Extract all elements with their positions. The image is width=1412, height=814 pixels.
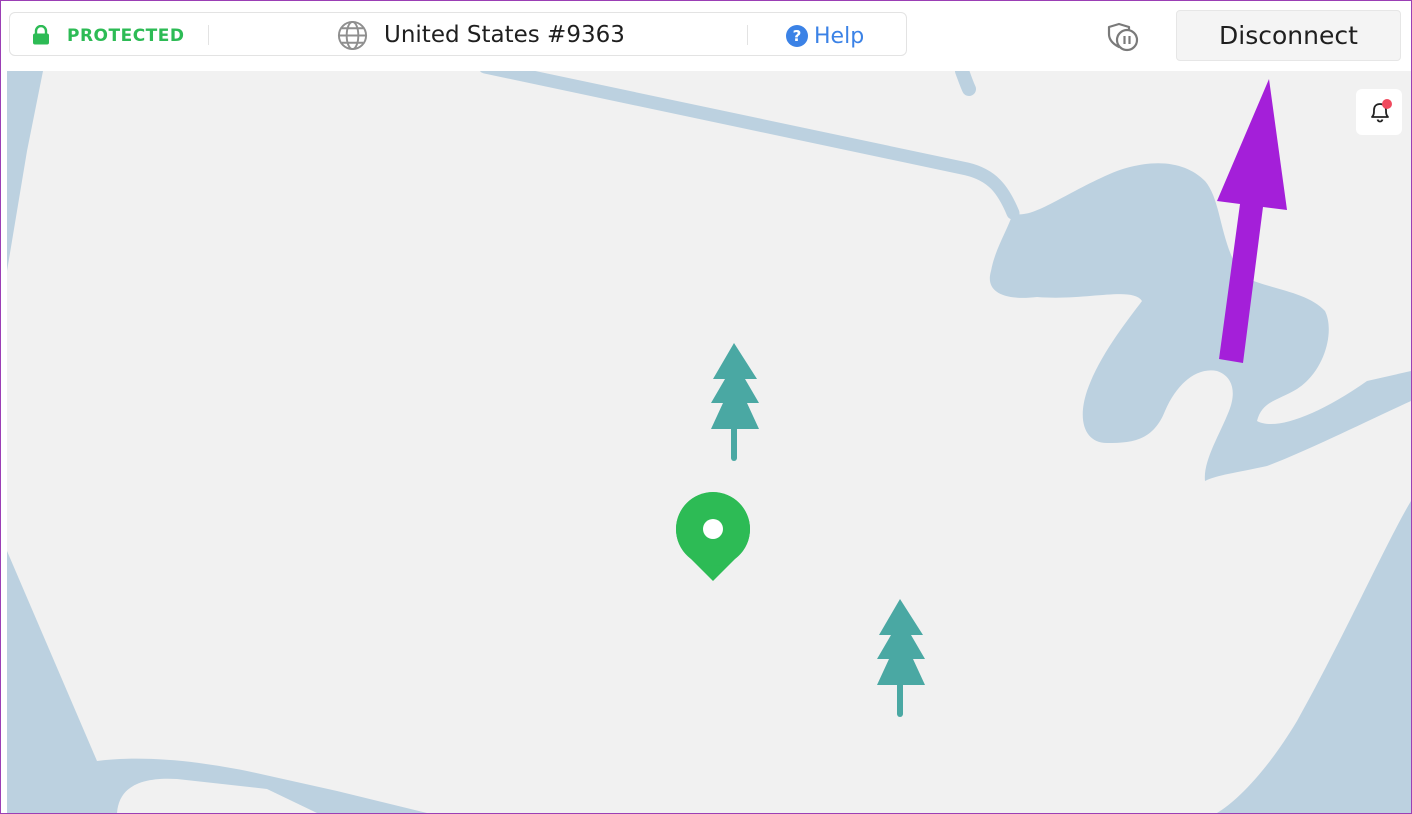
help-divider <box>747 25 748 45</box>
tree-icon <box>877 599 925 717</box>
tree-icon <box>711 343 759 461</box>
status-divider <box>208 25 209 45</box>
annotation-arrow-icon <box>1217 79 1287 363</box>
app-window: PROTECTED United States #9363 ? Help Dis… <box>0 0 1412 814</box>
river-top-branch <box>955 71 976 96</box>
water-right-coast <box>1217 501 1411 813</box>
lock-icon <box>33 25 49 45</box>
protected-status-label: PROTECTED <box>67 26 185 46</box>
help-link[interactable]: ? Help <box>786 23 864 49</box>
help-label: Help <box>814 23 865 49</box>
river-top <box>479 71 1020 220</box>
help-circle-icon: ? <box>786 25 808 47</box>
server-name-label: United States #9363 <box>384 22 625 48</box>
shield-pause-icon[interactable] <box>1106 21 1140 53</box>
water-left-coast <box>7 71 43 271</box>
notifications-button[interactable] <box>1356 89 1402 135</box>
top-bar: PROTECTED United States #9363 ? Help Dis… <box>1 1 1411 71</box>
notification-dot <box>1382 99 1392 109</box>
map-pin-icon[interactable] <box>676 492 750 581</box>
globe-icon <box>337 20 368 51</box>
connection-status-bar: PROTECTED United States #9363 ? Help <box>9 12 907 56</box>
bell-icon <box>1371 99 1392 123</box>
disconnect-button[interactable]: Disconnect <box>1176 10 1401 61</box>
